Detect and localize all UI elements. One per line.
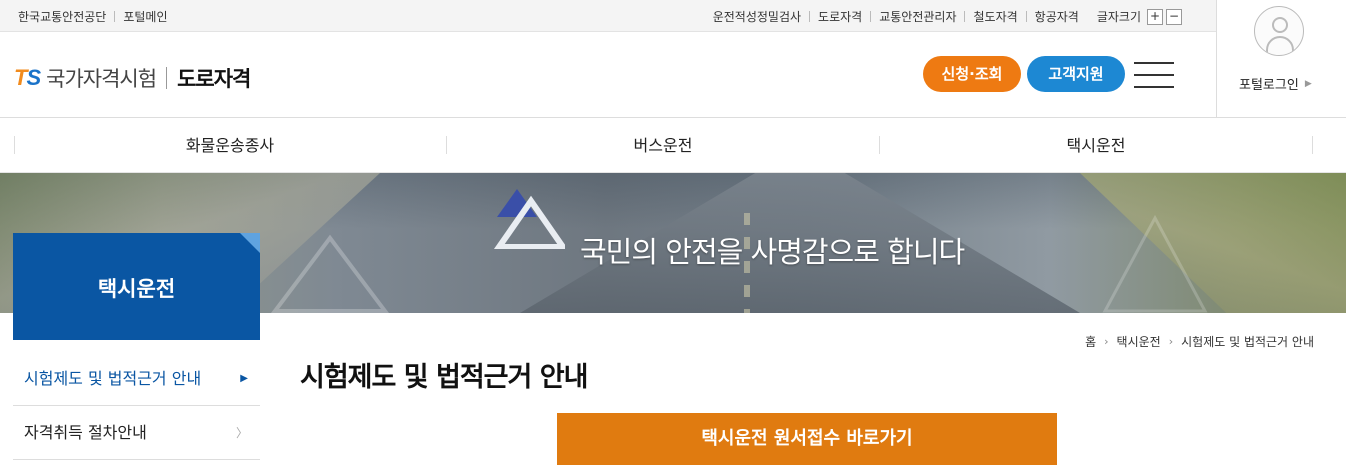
breadcrumb-home[interactable]: 홈 xyxy=(1085,333,1096,350)
related-site-links: 운전적성정밀검사 도로자격 교통안전관리자 철도자격 항공자격 글자크기 + − xyxy=(713,8,1182,25)
chevron-right-icon: 〉 xyxy=(235,426,248,440)
link-kotsa[interactable]: 한국교통안전공단 xyxy=(18,8,106,25)
link-road-license[interactable]: 도로자격 xyxy=(818,8,862,25)
nav-item-bus[interactable]: 버스운전 xyxy=(447,118,879,173)
font-increase-button[interactable]: + xyxy=(1147,8,1163,25)
breadcrumb-item[interactable]: 택시운전 xyxy=(1117,333,1161,350)
divider xyxy=(1312,136,1313,154)
logo-name: 국가자격시험 xyxy=(46,67,157,91)
site-logo[interactable]: TS 국가자격시험 도로자격 xyxy=(14,63,251,93)
apply-inquiry-button[interactable]: 신청·조회 xyxy=(923,56,1021,92)
hamburger-icon[interactable] xyxy=(1134,62,1174,88)
divider xyxy=(1025,11,1027,22)
breadcrumb: 홈 › 택시운전 › 시험제도 및 법적근거 안내 xyxy=(1085,333,1314,350)
font-decrease-button[interactable]: − xyxy=(1166,8,1182,25)
link-aviation-license[interactable]: 항공자격 xyxy=(1035,8,1079,25)
page-title: 시험제도 및 법적근거 안내 xyxy=(300,362,588,393)
banner-slogan: 국민의 안전을 사명감으로 합니다 xyxy=(580,235,965,269)
decorative-triangle-icon xyxy=(270,234,390,313)
link-portal-main[interactable]: 포털메인 xyxy=(123,8,167,25)
logo-subtitle: 도로자격 xyxy=(177,67,251,91)
kotsa-triangle-logo-icon xyxy=(493,189,565,249)
sidebar-item-label: 자격취득 절차안내 xyxy=(24,423,147,442)
sidebar-item-label: 시험제도 및 법적근거 안내 xyxy=(24,369,202,388)
nav-item-freight[interactable]: 화물운송종사 xyxy=(14,118,446,173)
link-rail-license[interactable]: 철도자격 xyxy=(973,8,1017,25)
sidebar-title: 택시운전 xyxy=(13,233,260,340)
family-site-links: 한국교통안전공단 포털메인 xyxy=(18,8,168,25)
customer-support-button[interactable]: 고객지원 xyxy=(1027,56,1125,92)
main-navigation: 화물운송종사 버스운전 택시운전 xyxy=(0,118,1346,173)
portal-login-panel: 포털로그인 ▶ xyxy=(1216,0,1346,118)
nav-item-taxi[interactable]: 택시운전 xyxy=(880,118,1312,173)
divider xyxy=(114,11,116,22)
user-icon[interactable] xyxy=(1254,6,1304,56)
portal-login-label: 포털로그인 xyxy=(1239,78,1299,93)
taxi-application-button[interactable]: 택시운전 원서접수 바로가기 xyxy=(557,413,1057,465)
utility-bar: 한국교통안전공단 포털메인 운전적성정밀검사 도로자격 교통안전관리자 철도자격… xyxy=(0,0,1216,32)
chevron-right-icon: › xyxy=(1104,335,1109,348)
site-header: TS 국가자격시험 도로자격 신청·조회 고객지원 xyxy=(0,32,1216,118)
caret-right-icon: ▶ xyxy=(240,373,248,384)
breadcrumb-current: 시험제도 및 법적근거 안내 xyxy=(1181,335,1314,349)
divider xyxy=(964,11,966,22)
sidebar-item-license-procedure[interactable]: 자격취득 절차안내 〉 xyxy=(13,406,260,460)
sidebar-item-exam-system[interactable]: 시험제도 및 법적근거 안내 ▶ xyxy=(13,352,260,406)
chevron-right-icon: › xyxy=(1168,335,1174,348)
font-size-control: 글자크기 + − xyxy=(1097,8,1182,25)
link-safety-manager[interactable]: 교통안전관리자 xyxy=(879,8,956,25)
logo-divider xyxy=(166,67,168,89)
divider xyxy=(809,11,811,22)
portal-login-link[interactable]: 포털로그인 ▶ xyxy=(1239,74,1312,93)
link-aptitude-test[interactable]: 운전적성정밀검사 xyxy=(713,8,801,25)
ts-logo-mark: TS xyxy=(14,65,41,90)
sidebar-title-fold xyxy=(240,233,260,253)
chevron-right-icon: ▶ xyxy=(1304,78,1312,89)
divider xyxy=(870,11,872,22)
decorative-triangle-icon xyxy=(1102,214,1208,313)
font-size-label: 글자크기 xyxy=(1096,10,1141,24)
sidebar-menu: 시험제도 및 법적근거 안내 ▶ 자격취득 절차안내 〉 xyxy=(13,352,260,460)
